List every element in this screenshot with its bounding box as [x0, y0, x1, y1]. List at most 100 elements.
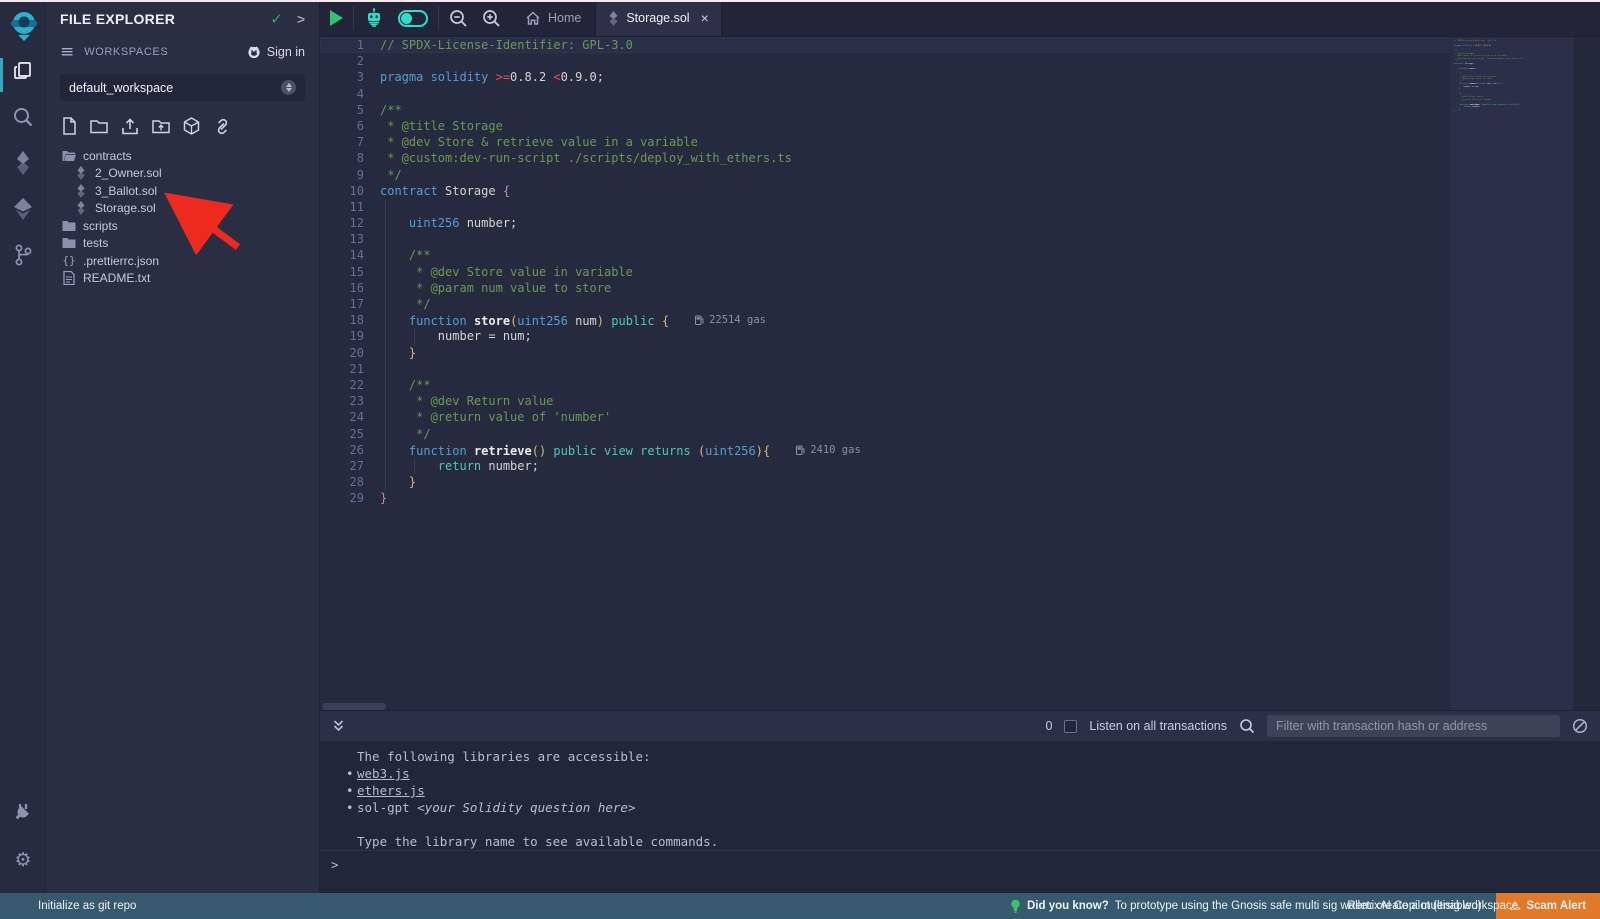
terminal-output-line[interactable]: •web3.js: [346, 765, 1600, 782]
code-line-17[interactable]: 17 */: [320, 296, 1600, 312]
line-number: 28: [320, 474, 380, 490]
deploy-run-icon[interactable]: [8, 194, 38, 224]
line-number: 20: [320, 345, 380, 361]
minimap-slider[interactable]: [1451, 37, 1573, 710]
tree-item-2-owner-sol[interactable]: 2_Owner.sol: [46, 165, 319, 183]
panel-title: FILE EXPLORER: [60, 11, 270, 27]
tree-item--prettierrc-json[interactable]: {}.prettierrc.json: [46, 252, 319, 270]
solidity-compiler-icon[interactable]: [8, 148, 38, 178]
new-file-icon[interactable]: [62, 117, 77, 135]
run-script-button[interactable]: [330, 10, 343, 26]
line-number: 10: [320, 183, 380, 199]
file-explorer-icon[interactable]: [8, 56, 38, 86]
tree-item-label: 3_Ballot.sol: [95, 184, 157, 198]
code-line-3[interactable]: 3pragma solidity >=0.8.2 <0.9.0;: [320, 69, 1600, 85]
code-line-16[interactable]: 16 * @param num value to store: [320, 280, 1600, 296]
code-line-22[interactable]: 22 /**: [320, 377, 1600, 393]
code-line-29[interactable]: 29}: [320, 490, 1600, 506]
listen-transactions-checkbox[interactable]: [1064, 720, 1077, 733]
clear-console-icon[interactable]: [1572, 718, 1588, 734]
code-line-1[interactable]: 1// SPDX-License-Identifier: GPL-3.0: [320, 37, 1600, 53]
code-line-14[interactable]: 14 /**: [320, 247, 1600, 263]
copilot-toggle[interactable]: [398, 10, 428, 27]
git-icon[interactable]: [8, 240, 38, 270]
workspace-select[interactable]: default_workspace: [60, 74, 305, 101]
code-line-11[interactable]: 11: [320, 199, 1600, 215]
code-line-25[interactable]: 25 */: [320, 426, 1600, 442]
code-line-6[interactable]: 6 * @title Storage: [320, 118, 1600, 134]
terminal-output-line[interactable]: •ethers.js: [346, 782, 1600, 799]
listen-transactions-label: Listen on all transactions: [1089, 719, 1227, 733]
activity-bar: ⚙: [0, 0, 46, 893]
line-number: 5: [320, 102, 380, 118]
code-line-19[interactable]: 19 number = num;: [320, 328, 1600, 344]
terminal-prompt[interactable]: >: [331, 857, 339, 872]
gist-link-icon[interactable]: [213, 118, 232, 135]
code-line-23[interactable]: 23 * @dev Return value: [320, 393, 1600, 409]
tree-item-storage-sol[interactable]: Storage.sol: [46, 200, 319, 218]
plugin-manager-icon[interactable]: [8, 797, 38, 827]
code-line-13[interactable]: 13: [320, 231, 1600, 247]
code-line-8[interactable]: 8 * @custom:dev-run-script ./scripts/dep…: [320, 150, 1600, 166]
code-line-5[interactable]: 5/**: [320, 102, 1600, 118]
code-line-10[interactable]: 10contract Storage {: [320, 183, 1600, 199]
tree-item-3-ballot-sol[interactable]: 3_Ballot.sol: [46, 182, 319, 200]
library-link: ethers.js: [357, 783, 425, 798]
tree-item-label: 2_Owner.sol: [95, 166, 162, 180]
new-folder-icon[interactable]: [90, 118, 108, 134]
ai-robot-icon[interactable]: [364, 8, 384, 28]
editor-hscrollbar[interactable]: [322, 703, 386, 710]
tree-item-readme-txt[interactable]: README.txt: [46, 270, 319, 288]
git-init-button[interactable]: Initialize as git repo: [0, 900, 136, 912]
tab-home[interactable]: Home: [511, 0, 595, 36]
code-line-27[interactable]: 27 return number;: [320, 458, 1600, 474]
terminal-output-line: [346, 816, 1600, 833]
terminal[interactable]: The following libraries are accessible:•…: [320, 741, 1600, 893]
zoom-in-icon[interactable]: [482, 9, 501, 28]
file-explorer-panel: FILE EXPLORER ✓ > ≡ WORKSPACES Sign in d…: [46, 0, 320, 893]
code-line-26[interactable]: 26 function retrieve() public view retur…: [320, 442, 1600, 458]
transaction-filter-input[interactable]: [1267, 715, 1560, 737]
tree-item-label: README.txt: [83, 271, 150, 285]
code-line-2[interactable]: 2: [320, 53, 1600, 69]
chevron-right-icon[interactable]: >: [297, 11, 305, 27]
code-line-4[interactable]: 4: [320, 86, 1600, 102]
line-number: 16: [320, 280, 380, 296]
tree-item-label: Storage.sol: [95, 201, 156, 215]
line-number: 12: [320, 215, 380, 231]
zoom-out-icon[interactable]: [449, 9, 468, 28]
code-line-20[interactable]: 20 }: [320, 345, 1600, 361]
solidity-file-icon: [74, 166, 88, 180]
close-icon[interactable]: ×: [701, 10, 709, 26]
remix-logo-icon[interactable]: [7, 8, 41, 42]
tree-item-label: contracts: [83, 149, 132, 163]
tree-item-contracts[interactable]: contracts: [46, 147, 319, 165]
ipfs-cube-icon[interactable]: [183, 117, 200, 135]
code-editor[interactable]: 1// SPDX-License-Identifier: GPL-3.023pr…: [320, 37, 1600, 710]
sign-in-button[interactable]: Sign in: [246, 45, 305, 59]
terminal-output-line: The following libraries are accessible:: [346, 748, 1600, 765]
code-line-9[interactable]: 9 */: [320, 167, 1600, 183]
search-icon[interactable]: [1239, 718, 1255, 734]
code-line-18[interactable]: 18 function store(uint256 num) public {2…: [320, 312, 1600, 328]
workspace-menu-icon[interactable]: ≡: [60, 42, 74, 62]
upload-file-icon[interactable]: [121, 118, 139, 135]
code-line-15[interactable]: 15 * @dev Store value in variable: [320, 264, 1600, 280]
upload-folder-icon[interactable]: [152, 118, 170, 134]
status-bar: Initialize as git repo Did you know? To …: [0, 893, 1600, 919]
tab-storage-sol[interactable]: Storage.sol ×: [595, 0, 721, 36]
tree-item-scripts[interactable]: scripts: [46, 217, 319, 235]
settings-gear-icon[interactable]: ⚙: [8, 845, 38, 875]
code-line-21[interactable]: 21: [320, 361, 1600, 377]
code-line-28[interactable]: 28 }: [320, 474, 1600, 490]
code-line-12[interactable]: 12 uint256 number;: [320, 215, 1600, 231]
search-icon[interactable]: [8, 102, 38, 132]
tab-storage-label: Storage.sol: [626, 11, 689, 25]
line-number: 27: [320, 458, 380, 474]
collapse-terminal-icon[interactable]: [332, 719, 345, 733]
code-line-24[interactable]: 24 * @return value of 'number': [320, 409, 1600, 425]
minimap[interactable]: // SPDX-License-Identifier: GPL-3.0 prag…: [1450, 37, 1600, 710]
code-line-7[interactable]: 7 * @dev Store & retrieve value in a var…: [320, 134, 1600, 150]
tree-item-tests[interactable]: tests: [46, 235, 319, 253]
library-link: web3.js: [357, 766, 410, 781]
